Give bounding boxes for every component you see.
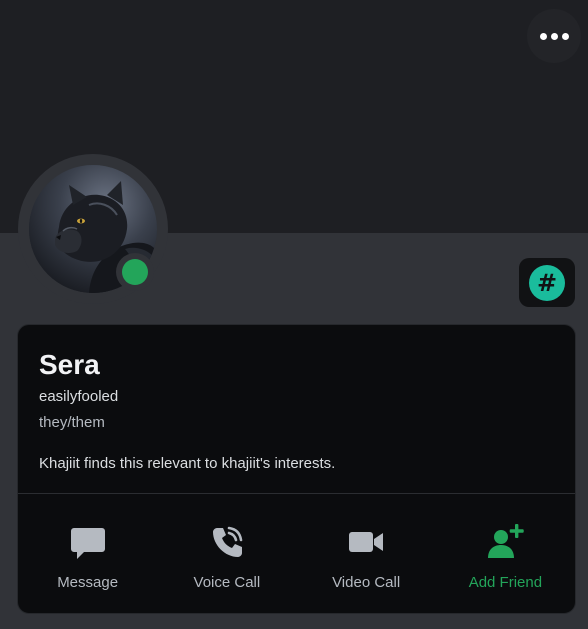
- video-icon: [349, 532, 384, 552]
- online-status-icon: [122, 259, 148, 285]
- voice-call-button[interactable]: Voice Call: [157, 494, 296, 614]
- voice-call-label: Voice Call: [193, 574, 261, 591]
- pronouns: they/them: [39, 414, 105, 431]
- video-call-label: Video Call: [332, 574, 401, 591]
- phone-icon: [212, 526, 243, 557]
- more-dot-icon: [539, 32, 547, 40]
- bio-text: Khajiit finds this relevant to khajiit's…: [39, 455, 336, 472]
- video-call-button[interactable]: Video Call: [297, 494, 436, 614]
- action-bar: Message Voice Call Video Call Add Friend: [18, 494, 575, 614]
- add-friend-label: Add Friend: [468, 574, 543, 591]
- message-label: Message: [57, 574, 119, 591]
- hashtag-badge[interactable]: #: [519, 258, 575, 307]
- display-name: Sera: [39, 349, 100, 380]
- add-friend-button[interactable]: Add Friend: [436, 494, 575, 614]
- message-icon: [70, 528, 105, 559]
- hashtag-icon: #: [529, 264, 565, 301]
- profile-card: Sera easilyfooled they/them Khajiit find…: [17, 324, 576, 614]
- more-dot-icon: [550, 32, 558, 40]
- more-options-button[interactable]: [527, 9, 581, 63]
- message-button[interactable]: Message: [18, 494, 157, 614]
- username[interactable]: easilyfooled: [39, 388, 118, 405]
- add-friend-icon: [488, 524, 525, 558]
- more-dot-icon: [561, 32, 569, 40]
